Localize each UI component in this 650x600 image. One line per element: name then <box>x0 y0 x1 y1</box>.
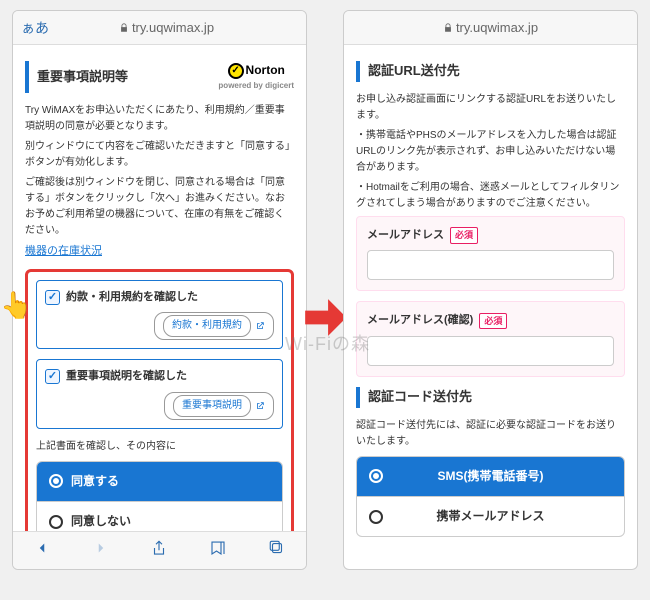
intro-text: 別ウィンドウにて内容をご確認いただきますと「同意する」ボタンが有効化します。 <box>25 139 294 171</box>
forward-button[interactable] <box>92 539 110 562</box>
terms-open-button[interactable]: 約款・利用規約 <box>154 312 274 340</box>
info-text: 認証コード送付先には、認証に必要な認証コードをお送りいたします。 <box>356 418 625 450</box>
phone-right: try.uqwimax.jp 認証URL送付先 お申し込み認証画面にリンクする認… <box>343 10 638 570</box>
highlight-box: ✓ 約款・利用規約を確認した 約款・利用規約 ✓ 重要事項説明を確認した 重要事… <box>25 269 294 554</box>
terms-label: 約款・利用規約を確認した <box>66 289 198 307</box>
section-heading: 重要事項説明等 ✓Norton powered by digicert <box>25 61 294 93</box>
confirm-note: 上記書面を確認し、その内容に <box>36 439 283 455</box>
watermark: Wi-Fiの森 <box>285 330 370 356</box>
intro-text: Try WiMAXをお申込いただくにあたり、利用規約／重要事項説明の同意が必要と… <box>25 103 294 135</box>
stock-link[interactable]: 機器の在庫状況 <box>25 245 102 257</box>
phone-left: ぁあ try.uqwimax.jp 重要事項説明等 ✓Norton powere… <box>12 10 307 570</box>
external-icon <box>255 321 265 331</box>
important-open-button[interactable]: 重要事項説明 <box>164 392 274 420</box>
text-size-control[interactable]: ぁあ <box>21 18 49 38</box>
mobile-mail-radio[interactable]: 携帯メールアドレス <box>357 497 624 536</box>
url-display[interactable]: try.uqwimax.jp <box>443 20 538 35</box>
agree-radio-group: 同意する 同意しない <box>36 461 283 542</box>
sms-radio[interactable]: SMS(携帯電話番号) <box>357 457 624 497</box>
url-bar: try.uqwimax.jp <box>344 11 637 45</box>
email-confirm-input[interactable] <box>367 336 614 366</box>
email-confirm-block: メールアドレス(確認) 必須 <box>356 301 625 377</box>
section-heading: 認証コード送付先 <box>356 387 625 408</box>
field-label: メールアドレス <box>367 227 444 245</box>
url-display[interactable]: try.uqwimax.jp <box>119 20 214 35</box>
important-label: 重要事項説明を確認した <box>66 368 187 386</box>
important-checkbox[interactable]: ✓ <box>45 369 60 384</box>
lock-icon <box>119 23 129 33</box>
tabs-button[interactable] <box>268 539 286 562</box>
important-check-block: ✓ 重要事項説明を確認した 重要事項説明 <box>36 359 283 429</box>
agree-radio[interactable]: 同意する <box>37 462 282 502</box>
url-bar: ぁあ try.uqwimax.jp <box>13 11 306 45</box>
email-field-block: メールアドレス必須 <box>356 216 625 292</box>
norton-badge[interactable]: ✓Norton powered by digicert <box>218 61 294 93</box>
page-content: 重要事項説明等 ✓Norton powered by digicert Try … <box>13 45 306 563</box>
radio-icon <box>369 469 383 483</box>
radio-icon <box>49 474 63 488</box>
browser-toolbar <box>13 531 306 569</box>
radio-icon <box>49 515 63 529</box>
required-badge: 必須 <box>450 227 478 243</box>
info-text: ・Hotmailをご利用の場合、迷惑メールとしてフィルタリングされてしまう場合が… <box>356 180 625 212</box>
info-text: ・携帯電話やPHSのメールアドレスを入力した場合は認証URLのリンク先が表示され… <box>356 128 625 176</box>
email-input[interactable] <box>367 250 614 280</box>
external-icon <box>255 401 265 411</box>
code-dest-group: SMS(携帯電話番号) 携帯メールアドレス <box>356 456 625 537</box>
terms-check-block: ✓ 約款・利用規約を確認した 約款・利用規約 <box>36 280 283 350</box>
share-button[interactable] <box>150 539 168 562</box>
radio-icon <box>369 510 383 524</box>
back-button[interactable] <box>33 539 51 562</box>
field-label: メールアドレス(確認) <box>367 312 473 330</box>
page-content: 認証URL送付先 お申し込み認証画面にリンクする認証URLをお送りいたします。 … <box>344 45 637 547</box>
norton-check-icon: ✓ <box>228 63 244 79</box>
info-text: お申し込み認証画面にリンクする認証URLをお送りいたします。 <box>356 92 625 124</box>
pointer-hand-icon: 👆 <box>0 290 32 321</box>
terms-checkbox[interactable]: ✓ <box>45 290 60 305</box>
intro-text: ご確認後は別ウィンドウを閉じ、同意される場合は「同意する」ボタンをクリックし「次… <box>25 175 294 239</box>
required-badge: 必須 <box>479 313 507 329</box>
section-heading: 認証URL送付先 <box>356 61 625 82</box>
bookmarks-button[interactable] <box>209 539 227 562</box>
lock-icon <box>443 23 453 33</box>
